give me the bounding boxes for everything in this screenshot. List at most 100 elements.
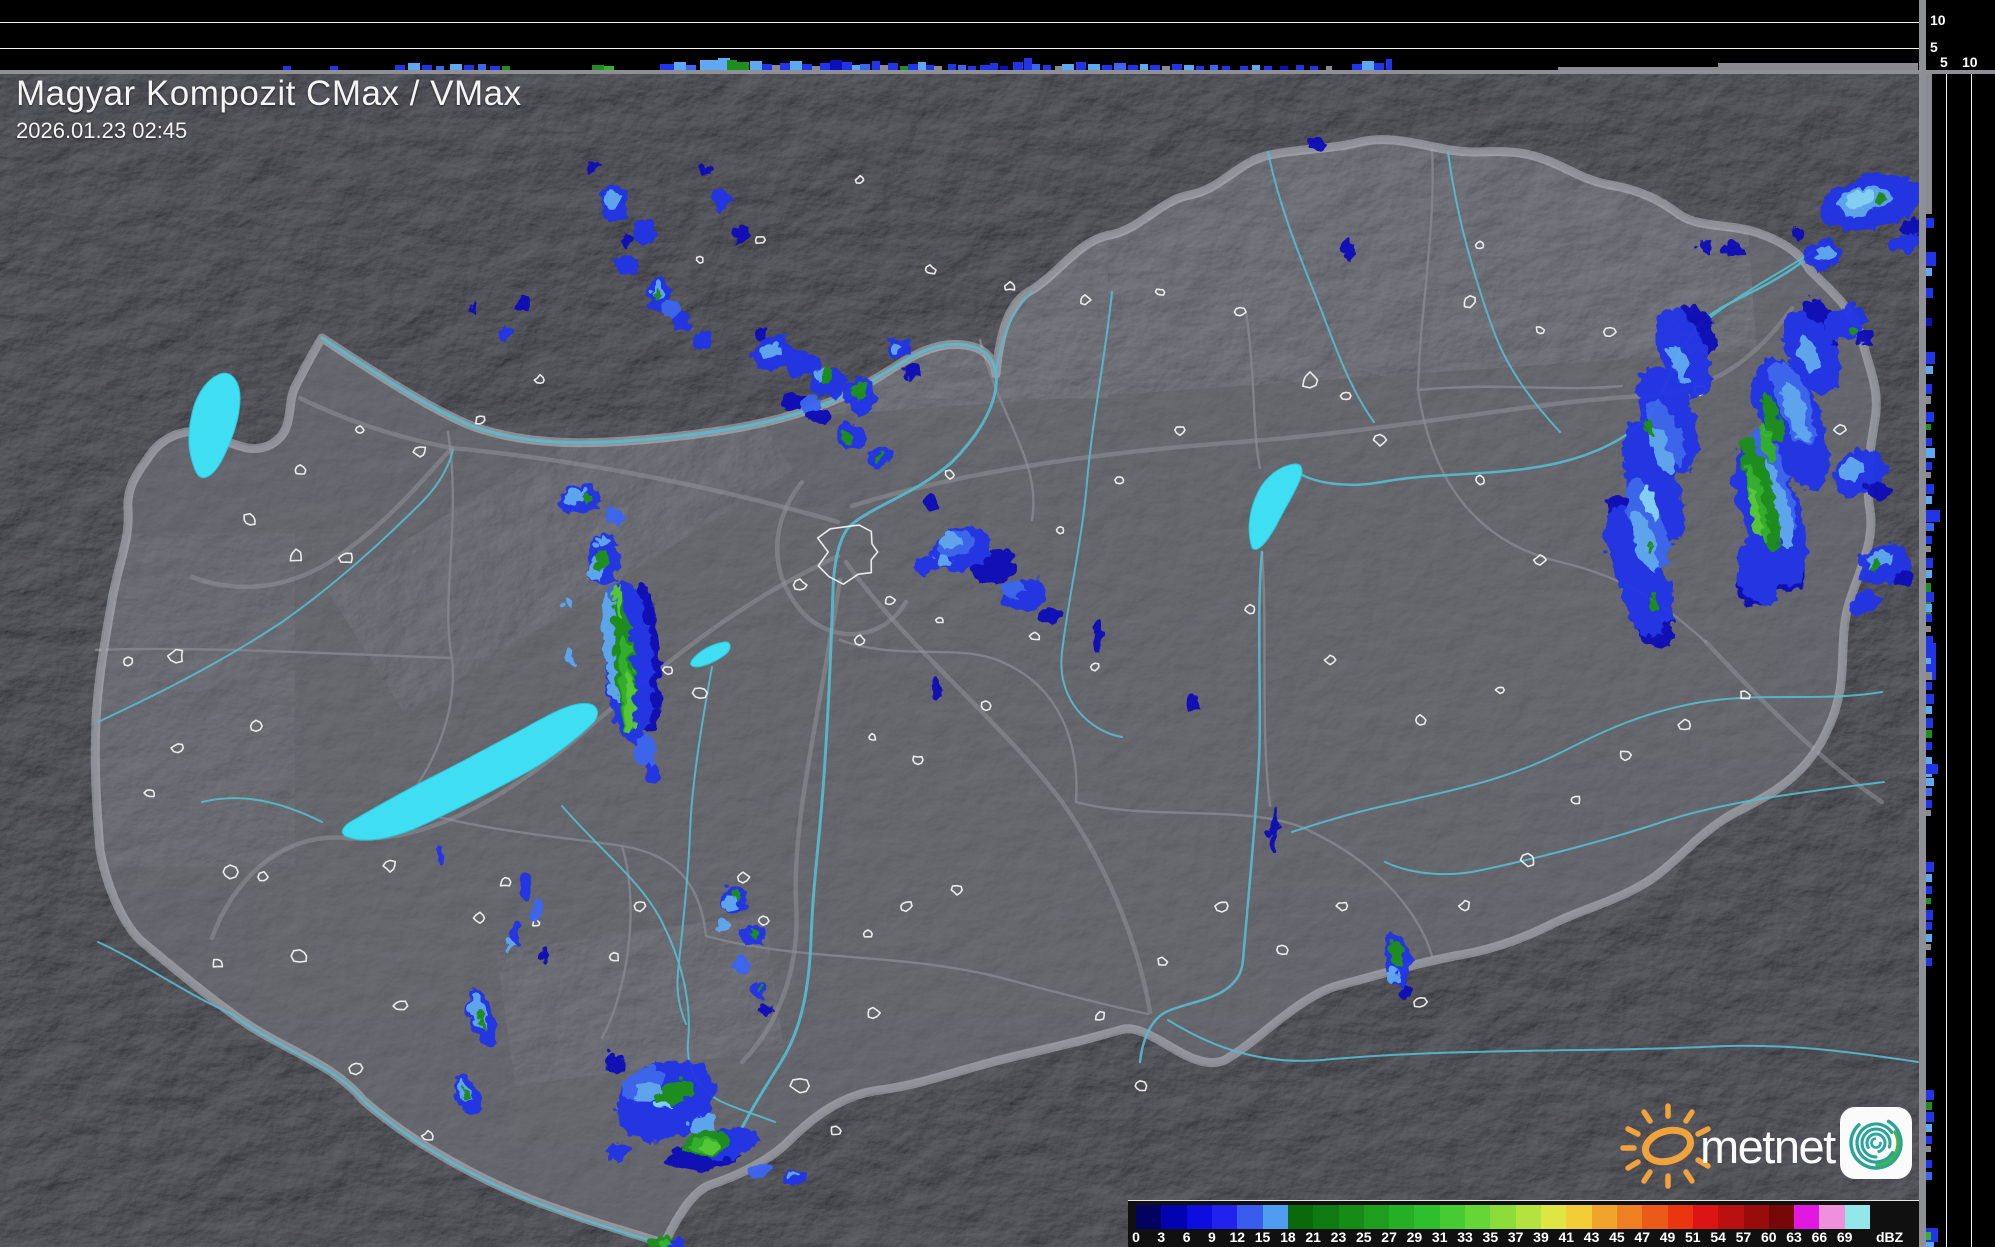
profile-echo: [1926, 462, 1932, 470]
profile-echo: [1926, 614, 1932, 622]
dbz-tick: 23: [1331, 1229, 1347, 1245]
dbz-tick: 3: [1157, 1229, 1165, 1245]
profile-echo: [1926, 1232, 1931, 1240]
profile-echo: [1926, 694, 1934, 704]
dbz-segment: [1541, 1205, 1566, 1229]
profile-echo: [1926, 742, 1932, 750]
top-axis-label-5: 5: [1930, 39, 1938, 55]
dbz-segment: [1693, 1205, 1718, 1229]
profile-echo: [1926, 934, 1932, 942]
right-cross-section: [1926, 74, 1995, 1247]
profile-echo: [1926, 318, 1932, 326]
title-block: Magyar Kompozit CMax / VMax 2026.01.23 0…: [16, 74, 522, 144]
profile-echo: [1926, 536, 1932, 544]
dbz-tick: 69: [1837, 1229, 1853, 1245]
dbz-segment: [1668, 1205, 1693, 1229]
dbz-tick: 41: [1558, 1229, 1574, 1245]
profile-echo: [1926, 1242, 1934, 1247]
dbz-tick: 63: [1786, 1229, 1802, 1245]
profile-echo: [1926, 1124, 1932, 1132]
dbz-tick: 9: [1208, 1229, 1216, 1245]
dbz-segment: [1187, 1205, 1212, 1229]
profile-echo: [1926, 1146, 1931, 1152]
top-axis-label-10: 10: [1930, 12, 1946, 28]
dbz-tick: 66: [1812, 1229, 1828, 1245]
dbz-tick: 35: [1483, 1229, 1499, 1245]
profile-echo: [1926, 862, 1934, 872]
profile-echo: [1926, 412, 1934, 422]
dbz-tick-labels: 0369121518212325272931333537394143454749…: [1136, 1229, 1870, 1247]
dbz-tick: 6: [1183, 1229, 1191, 1245]
dbz-tick: 51: [1685, 1229, 1701, 1245]
profile-echo: [830, 60, 842, 70]
profile-echo: [1013, 62, 1023, 70]
profile-echo: [1926, 1136, 1932, 1144]
profile-echo: [1926, 682, 1932, 690]
dbz-legend: 0369121518212325272931333537394143454749…: [1128, 1200, 1919, 1247]
timestamp: 2026.01.23 02:45: [16, 118, 522, 144]
dbz-segment: [1389, 1205, 1414, 1229]
dbz-tick: 27: [1381, 1229, 1397, 1245]
profile-echo: [1926, 252, 1936, 266]
profile-echo: [1926, 74, 1932, 214]
profile-echo: [1362, 61, 1374, 70]
profile-echo: [737, 62, 749, 70]
profile-echo: [1926, 1112, 1934, 1122]
dbz-segment: [1819, 1205, 1844, 1229]
dbz-tick: 33: [1457, 1229, 1473, 1245]
profile-echo: [1926, 874, 1932, 882]
profile-echo: [1926, 788, 1932, 796]
dbz-tick: 15: [1255, 1229, 1271, 1245]
profile-echo: [1926, 523, 1934, 531]
dbz-colorbar: [1136, 1205, 1870, 1229]
profile-echo: [918, 62, 926, 70]
top-5km-line: [0, 48, 1919, 49]
profile-echo: [1926, 1160, 1932, 1168]
dbz-tick: 39: [1533, 1229, 1549, 1245]
profile-echo: [1926, 448, 1935, 458]
dbz-tick: 12: [1229, 1229, 1245, 1245]
axis-corner: 10 5 5 10: [1926, 0, 1995, 70]
profile-echo: [1374, 63, 1384, 70]
profile-echo: [1926, 570, 1932, 578]
strip-divider-vertical: [1919, 0, 1926, 1247]
dbz-segment: [1440, 1205, 1465, 1229]
profile-echo: [780, 63, 790, 70]
dbz-tick: 25: [1356, 1229, 1372, 1245]
profile-echo: [1926, 288, 1933, 298]
radar-screen: 10 5 5 10 Magyar Kompozit CMax / VMax 20…: [0, 0, 1995, 1247]
profile-echo: [1926, 764, 1938, 774]
profile-echo: [1926, 1090, 1934, 1100]
page-title: Magyar Kompozit CMax / VMax: [16, 74, 522, 114]
profile-echo: [1926, 898, 1931, 904]
dbz-tick: 60: [1761, 1229, 1777, 1245]
profile-echo: [1926, 718, 1933, 728]
profile-echo: [727, 60, 737, 70]
profile-echo: [1926, 352, 1935, 364]
dbz-segment: [1212, 1205, 1237, 1229]
profile-echo: [1926, 658, 1931, 664]
dbz-unit-label: dBZ: [1876, 1229, 1903, 1245]
profile-echo: [1926, 730, 1932, 738]
metnet-logo: metnet: [1592, 1098, 1922, 1190]
dbz-segment: [1313, 1205, 1338, 1229]
profile-echo: [1926, 384, 1932, 394]
dbz-segment: [1718, 1205, 1743, 1229]
dbz-tick: 29: [1407, 1229, 1423, 1245]
dbz-segment: [1288, 1205, 1313, 1229]
dbz-tick: 31: [1432, 1229, 1448, 1245]
map-canvas: [0, 0, 1995, 1247]
dbz-tick: 0: [1132, 1229, 1140, 1245]
dbz-segment: [1339, 1205, 1364, 1229]
profile-echo: [1718, 63, 1918, 70]
profile-echo: [750, 61, 762, 70]
dbz-segment: [1592, 1205, 1617, 1229]
dbz-tick: 18: [1280, 1229, 1296, 1245]
dbz-segment: [1465, 1205, 1490, 1229]
dbz-tick: 21: [1305, 1229, 1321, 1245]
dbz-tick: 54: [1710, 1229, 1726, 1245]
profile-echo: [1926, 1102, 1932, 1110]
dbz-segment: [1845, 1205, 1870, 1229]
profile-echo: [674, 62, 686, 70]
profile-echo: [1926, 944, 1931, 950]
